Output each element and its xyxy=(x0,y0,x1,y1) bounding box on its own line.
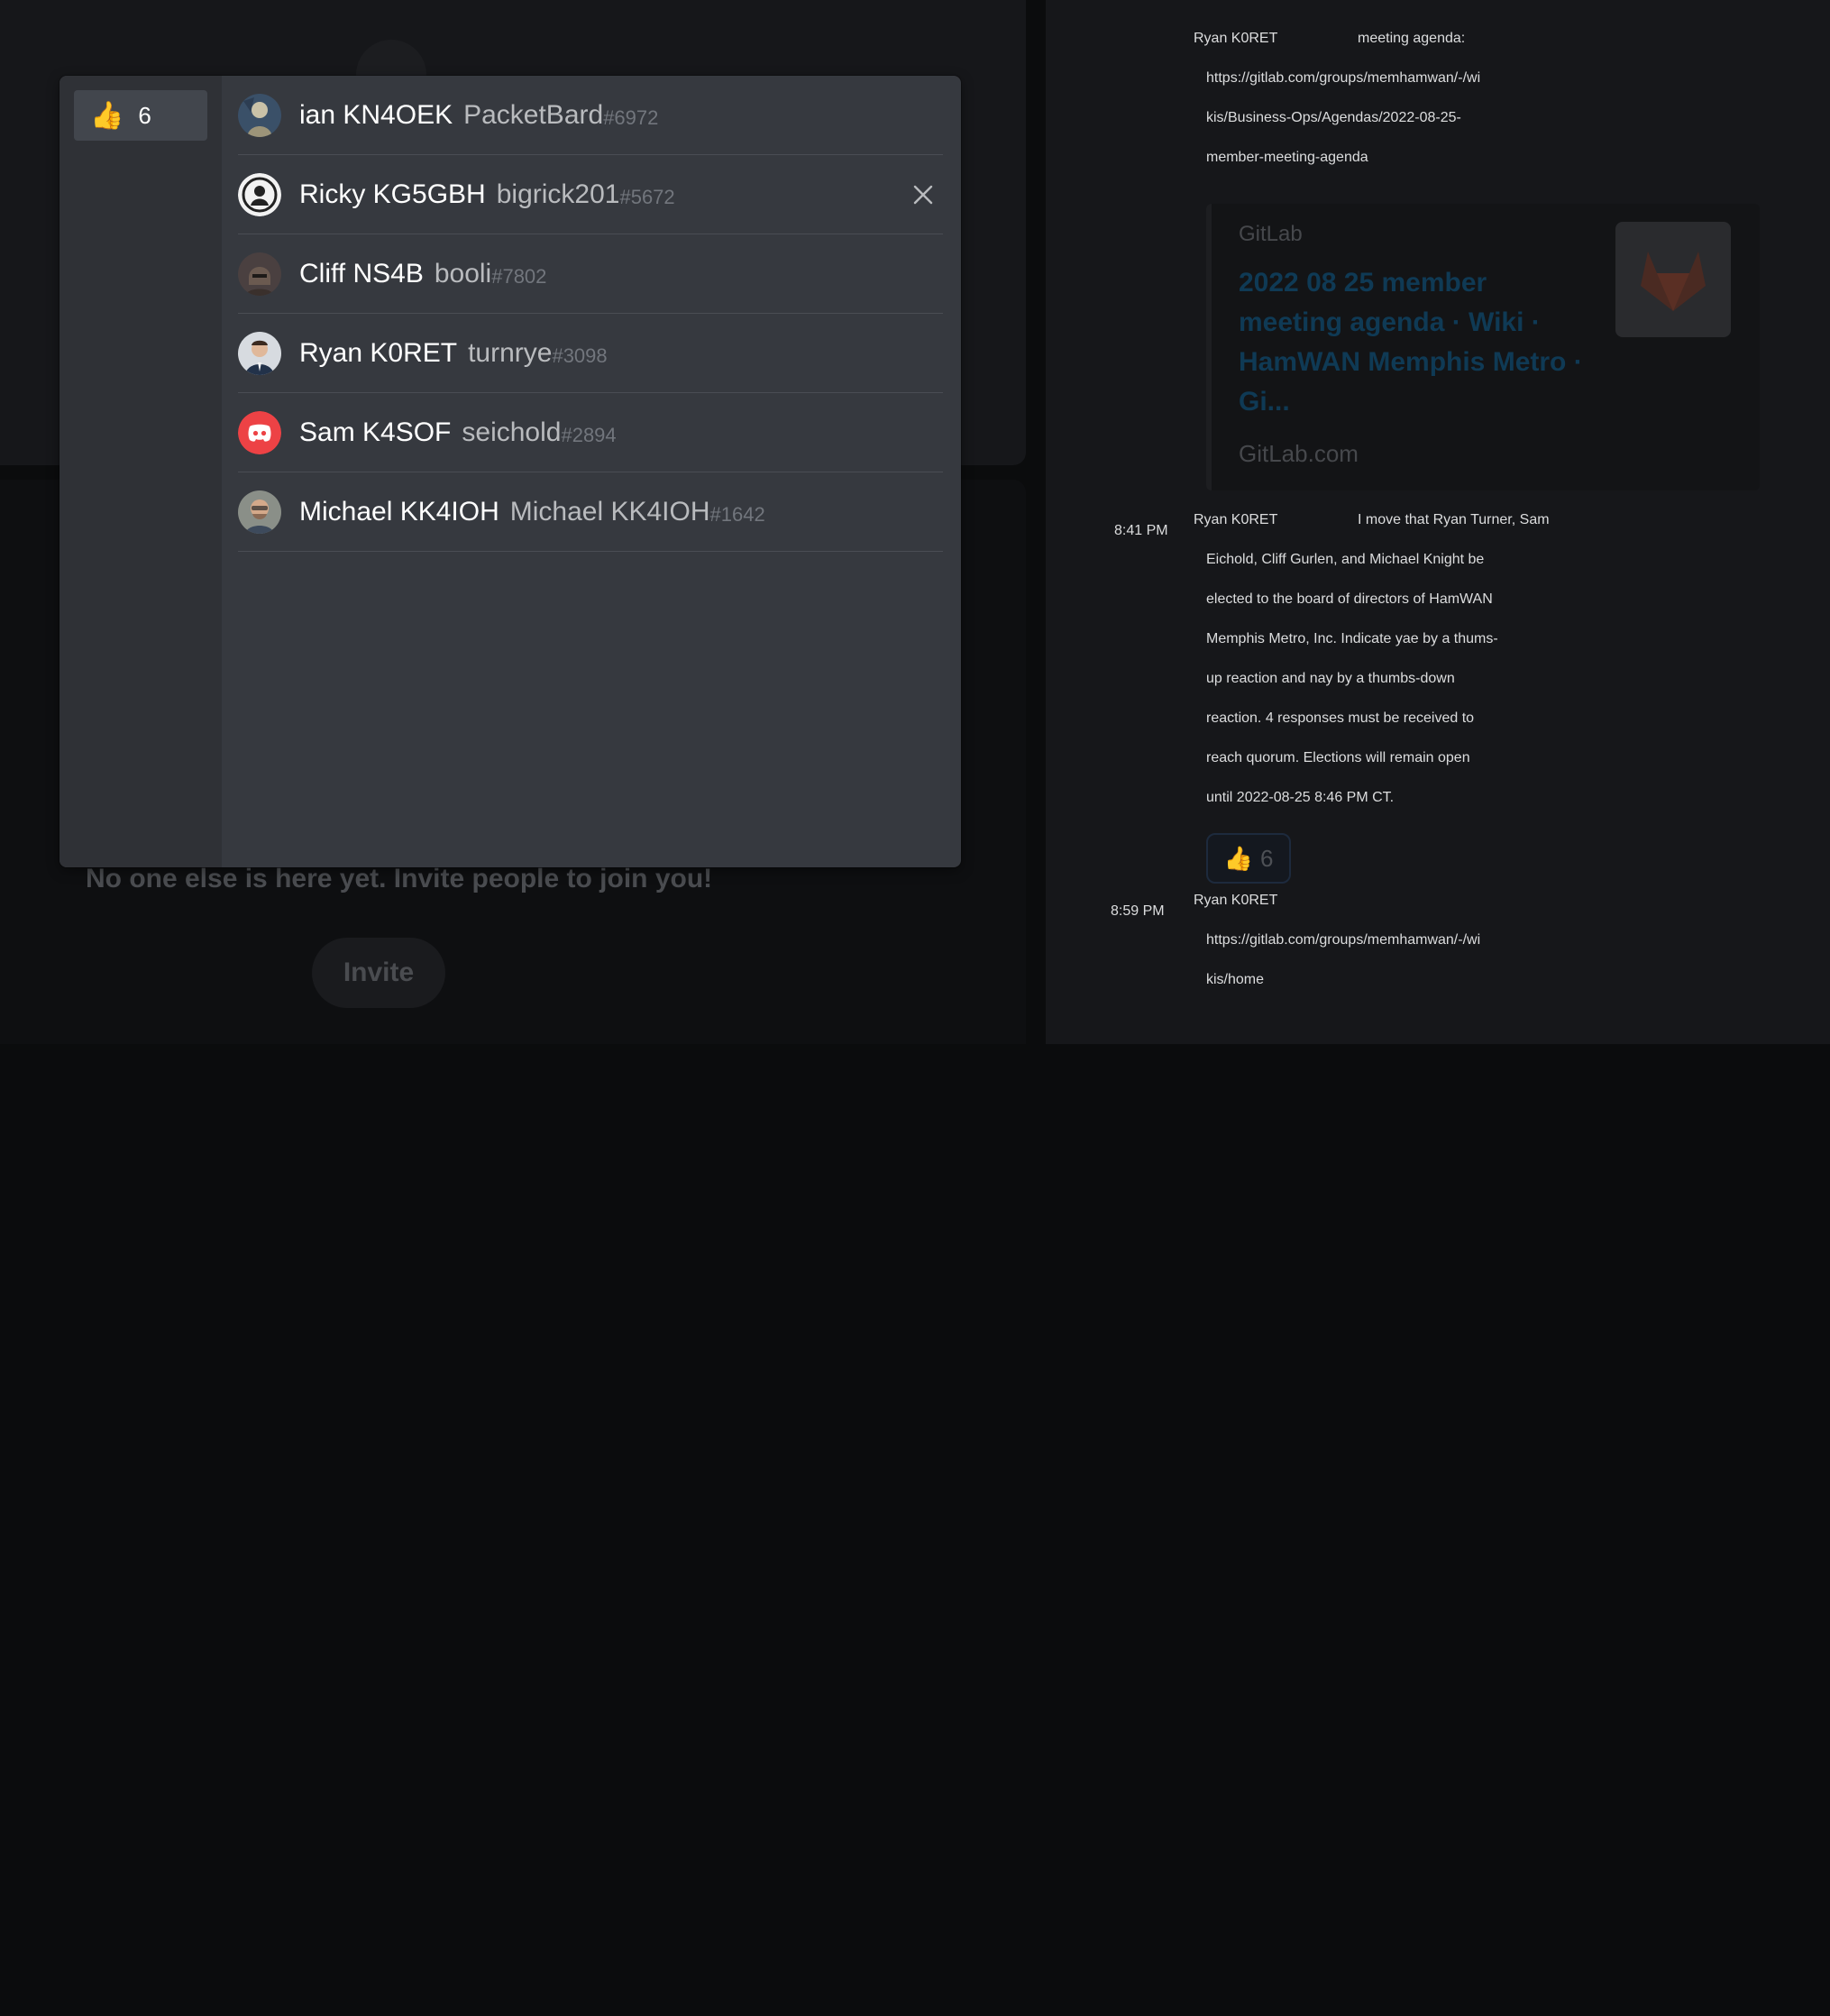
reactor-row[interactable]: Ricky KG5GBH bigrick201 #5672 xyxy=(238,155,943,234)
reactor-display-name: Sam K4SOF xyxy=(299,417,452,447)
reactor-row[interactable]: Cliff NS4B booli #7802 xyxy=(238,234,943,314)
embed-title[interactable]: 2022 08 25 member meeting agenda · Wiki … xyxy=(1239,263,1608,422)
reactor-username: seichold xyxy=(462,417,562,447)
message-reaction[interactable]: 👍 6 xyxy=(1206,833,1291,884)
reactor-row[interactable]: Ryan K0RET turnrye #3098 xyxy=(238,314,943,393)
embed-footer: GitLab.com xyxy=(1239,440,1359,467)
close-icon[interactable] xyxy=(909,180,938,209)
empty-state-text: No one else is here yet. Invite people t… xyxy=(86,864,713,893)
armored-figure-avatar xyxy=(238,93,281,137)
discord-default-avatar xyxy=(238,410,281,454)
embed-provider[interactable]: GitLab xyxy=(1239,222,1303,247)
link-embed: GitLab 2022 08 25 member meeting agenda … xyxy=(1206,204,1760,490)
reaction-count: 6 xyxy=(1259,844,1274,872)
reactor-discriminator: #6972 xyxy=(603,105,659,129)
reactor-row[interactable]: Michael KK4IOH Michael KK4IOH #1642 xyxy=(238,472,943,552)
reactor-username: Michael KK4IOH xyxy=(509,496,710,527)
reactor-discriminator: #5672 xyxy=(619,185,675,208)
photo-avatar xyxy=(238,490,281,534)
reactor-display-name: ian KN4OEK xyxy=(299,99,453,130)
helmet-avatar xyxy=(238,252,281,296)
reactor-display-name: Ricky KG5GBH xyxy=(299,179,486,209)
embed-title-line: 2022 08 25 member xyxy=(1239,268,1487,298)
reactor-display-name: Cliff NS4B xyxy=(299,258,424,289)
invite-button[interactable]: Invite xyxy=(312,938,445,1008)
reactor-list: ian KN4OEK PacketBard #6972 Ricky KG5GBH … xyxy=(238,76,943,552)
embed-title-line: meeting agenda · Wiki · xyxy=(1239,307,1541,337)
reaction-tab-thumbs-up[interactable]: 👍 6 xyxy=(74,90,207,141)
badge-logo-avatar xyxy=(238,172,281,216)
reactions-modal: 👍 6 ian KN4OEK PacketBard #6972 Ricky KG… xyxy=(59,76,961,867)
reactor-discriminator: #7802 xyxy=(491,264,547,288)
message-link-line[interactable]: kis/home xyxy=(1206,972,1801,2016)
reactor-discriminator: #2894 xyxy=(561,423,617,446)
reactor-username: turnrye xyxy=(468,337,553,368)
reactor-username: PacketBard xyxy=(463,99,604,130)
reaction-tabs: 👍 6 xyxy=(59,76,222,867)
reactor-display-name: Ryan K0RET xyxy=(299,337,458,368)
gitlab-logo-icon[interactable] xyxy=(1615,222,1731,337)
portrait-avatar xyxy=(238,331,281,375)
reactor-display-name: Michael KK4IOH xyxy=(299,496,499,527)
reactor-row[interactable]: ian KN4OEK PacketBard #6972 xyxy=(238,76,943,155)
reactor-discriminator: #3098 xyxy=(552,344,608,367)
reactor-username: bigrick201 xyxy=(496,179,620,209)
reactor-discriminator: #1642 xyxy=(709,502,765,526)
thumbs-up-icon: 👍 xyxy=(90,100,124,131)
reactor-username: booli xyxy=(434,258,492,289)
participant-avatar xyxy=(356,40,426,76)
message-timestamp: 8:59 PM xyxy=(1111,903,1165,919)
thumbs-up-icon: 👍 xyxy=(1223,844,1253,872)
reactor-row[interactable]: Sam K4SOF seichold #2894 xyxy=(238,393,943,472)
embed-title-line: HamWAN Memphis Metro · xyxy=(1239,347,1583,377)
embed-title-line: Gi... xyxy=(1239,387,1290,417)
reaction-count: 6 xyxy=(138,101,151,129)
